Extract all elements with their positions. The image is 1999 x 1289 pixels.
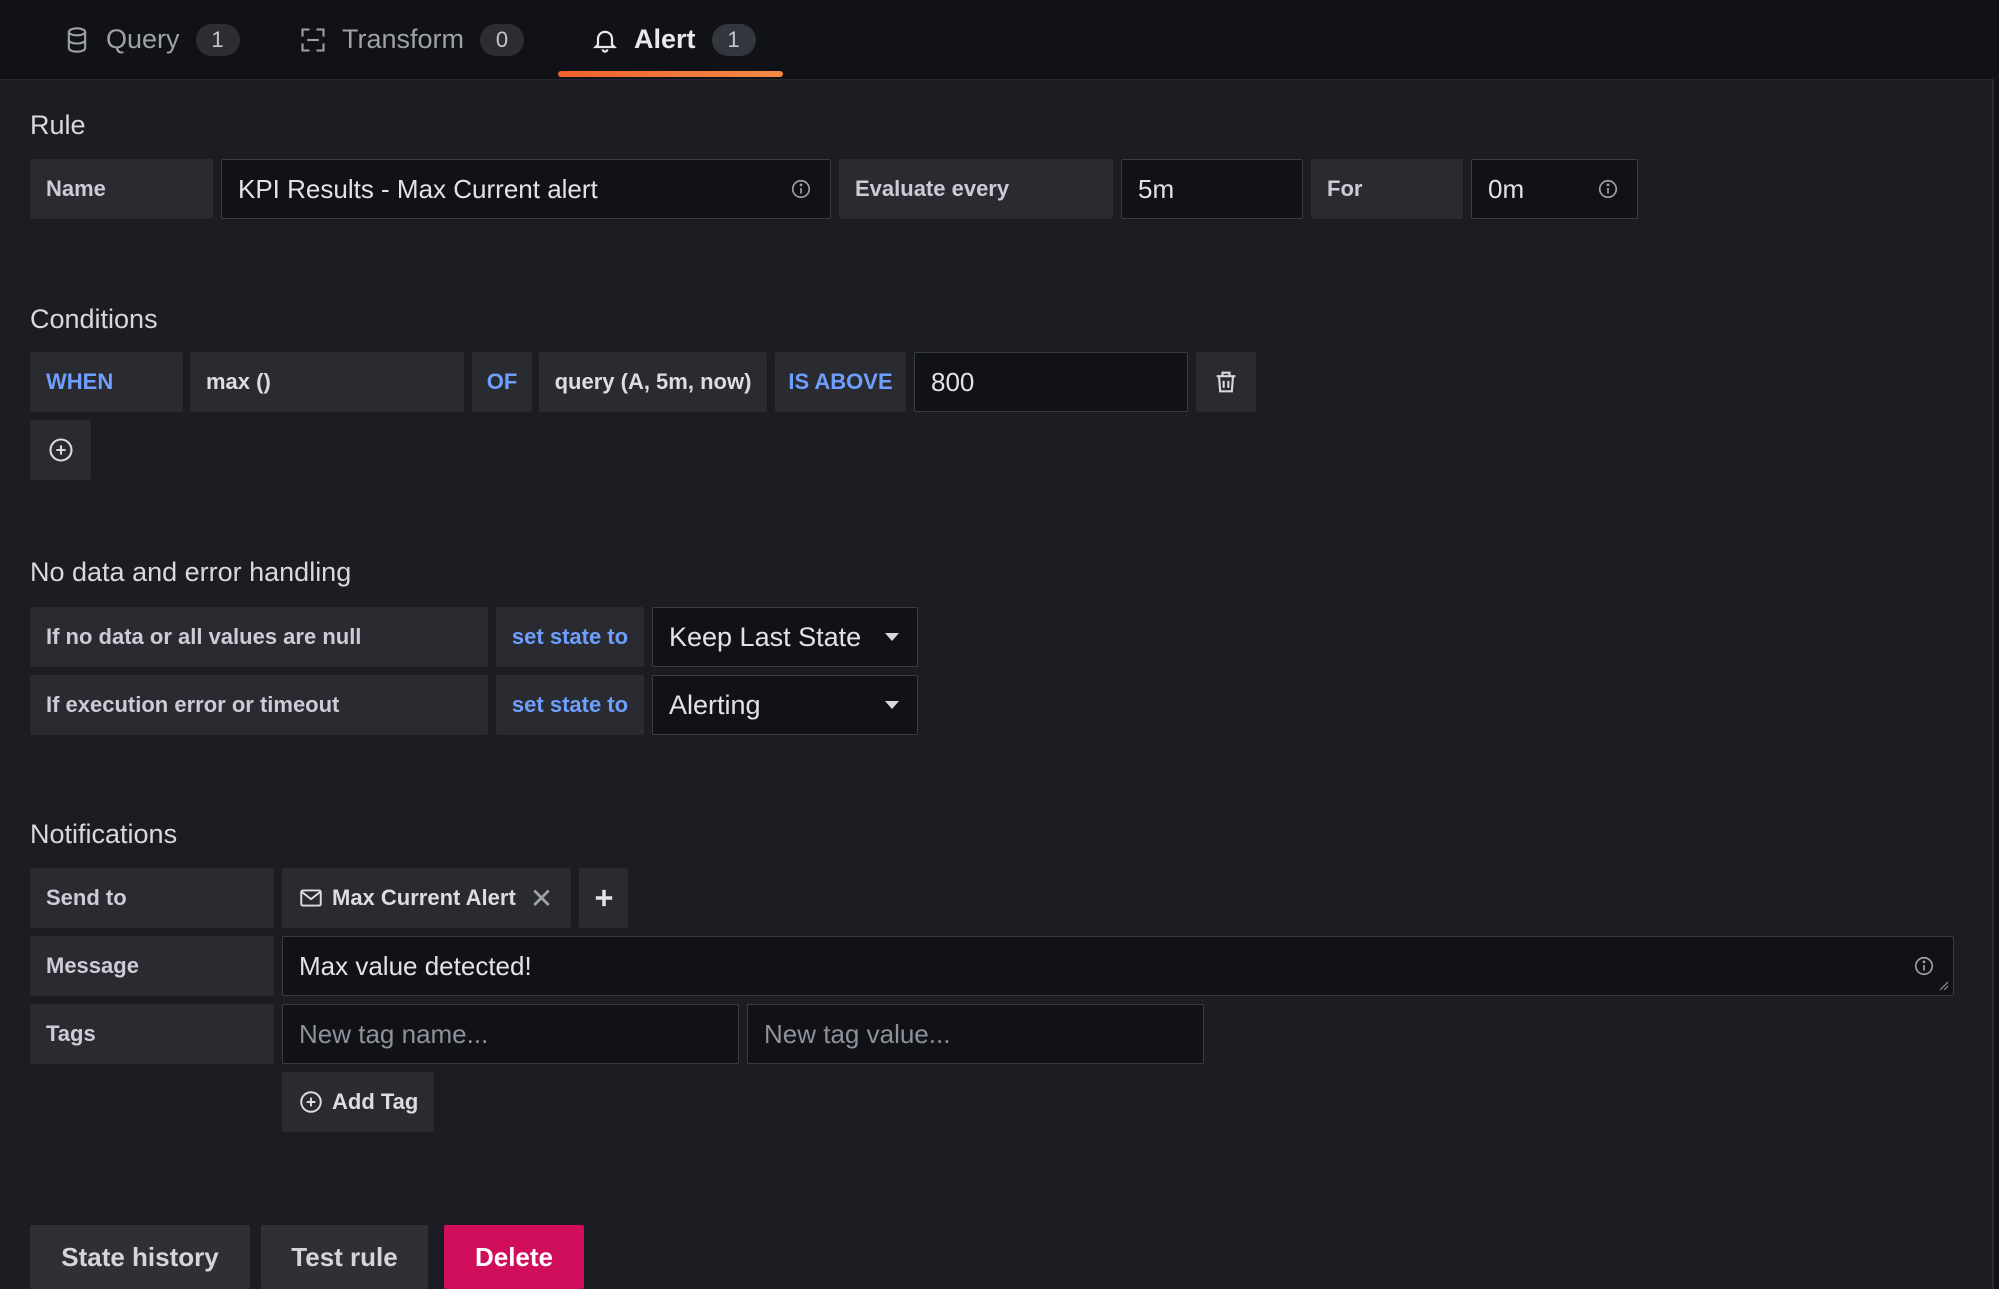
tab-query-label: Query	[106, 24, 180, 54]
tag-value-input[interactable]: New tag value...	[747, 1004, 1204, 1064]
message-label: Message	[30, 936, 274, 996]
rule-section-title: Rule	[30, 110, 86, 140]
message-value: Max value detected!	[299, 950, 532, 981]
exec-error-state-select[interactable]: Alerting	[652, 675, 918, 735]
condition-when-keyword: WHEN	[30, 352, 183, 412]
exec-error-label: If execution error or timeout	[30, 675, 488, 735]
rule-name-label: Name	[30, 159, 213, 219]
condition-threshold-value: 800	[931, 366, 975, 397]
remove-channel-icon[interactable]: ✕	[530, 882, 553, 915]
tag-name-input[interactable]: New tag name...	[282, 1004, 739, 1064]
no-data-set-state-keyword: set state to	[496, 607, 644, 667]
tab-alert-count: 1	[711, 23, 756, 56]
test-rule-button[interactable]: Test rule	[261, 1225, 428, 1289]
evaluate-every-value: 5m	[1138, 173, 1175, 204]
tab-alert-label: Alert	[634, 24, 696, 54]
caret-down-icon	[885, 633, 899, 641]
exec-error-state-value: Alerting	[669, 689, 761, 720]
tab-query[interactable]: Query 1	[62, 0, 240, 79]
tab-alert[interactable]: Alert 1	[590, 0, 756, 79]
evaluate-every-input[interactable]: 5m	[1121, 159, 1303, 219]
condition-reducer-select[interactable]: max ()	[190, 352, 464, 412]
nodata-section-title: No data and error handling	[30, 557, 352, 587]
editor-tab-bar: Query 1 Transform 0 Alert 1	[0, 0, 1999, 79]
tag-value-placeholder: New tag value...	[764, 1018, 951, 1049]
add-tag-label: Add Tag	[332, 1089, 419, 1114]
rule-name-input[interactable]: KPI Results - Max Current alert	[221, 159, 831, 219]
condition-evaluator-select[interactable]: IS ABOVE	[775, 352, 906, 412]
plus-circle-icon	[298, 1089, 324, 1115]
notifications-section-title: Notifications	[30, 819, 178, 849]
tag-name-placeholder: New tag name...	[299, 1018, 489, 1049]
tab-transform[interactable]: Transform 0	[298, 0, 525, 79]
for-value: 0m	[1488, 173, 1525, 204]
tab-transform-count: 0	[480, 23, 525, 56]
tab-transform-label: Transform	[342, 24, 465, 54]
add-tag-button[interactable]: Add Tag	[282, 1072, 434, 1132]
delete-condition-button[interactable]	[1196, 352, 1256, 412]
no-data-state-value: Keep Last State	[669, 621, 862, 652]
message-textarea[interactable]: Max value detected!	[282, 936, 1954, 996]
notification-channel-chip: Max Current Alert ✕	[282, 868, 571, 928]
database-icon	[62, 25, 92, 55]
transform-icon	[298, 25, 328, 55]
tags-label: Tags	[30, 1004, 274, 1064]
condition-of-keyword: OF	[472, 352, 532, 412]
info-icon[interactable]	[1597, 178, 1619, 200]
no-data-state-select[interactable]: Keep Last State	[652, 607, 918, 667]
trash-icon	[1216, 371, 1236, 393]
for-input[interactable]: 0m	[1471, 159, 1638, 219]
add-notification-channel-button[interactable]	[579, 868, 628, 928]
exec-error-set-state-keyword: set state to	[496, 675, 644, 735]
info-icon[interactable]	[790, 178, 812, 200]
condition-query-select[interactable]: query (A, 5m, now)	[539, 352, 767, 412]
conditions-section-title: Conditions	[30, 304, 158, 334]
resize-handle-icon[interactable]	[1937, 979, 1949, 991]
evaluate-every-label: Evaluate every	[839, 159, 1113, 219]
no-data-label: If no data or all values are null	[30, 607, 488, 667]
condition-threshold-input[interactable]: 800	[914, 352, 1188, 412]
plus-icon	[595, 889, 612, 907]
plus-circle-icon	[48, 438, 73, 462]
rule-name-value: KPI Results - Max Current alert	[238, 173, 598, 204]
notification-channel-name: Max Current Alert	[332, 885, 516, 910]
tab-query-count: 1	[195, 23, 240, 56]
delete-button[interactable]: Delete	[444, 1225, 584, 1289]
active-tab-indicator	[558, 71, 783, 77]
caret-down-icon	[885, 701, 899, 709]
info-icon[interactable]	[1913, 955, 1935, 977]
send-to-label: Send to	[30, 868, 274, 928]
state-history-button[interactable]: State history	[30, 1225, 250, 1289]
for-label: For	[1311, 159, 1463, 219]
bell-icon	[590, 25, 620, 55]
envelope-icon	[298, 885, 324, 911]
add-condition-button[interactable]	[30, 420, 91, 480]
